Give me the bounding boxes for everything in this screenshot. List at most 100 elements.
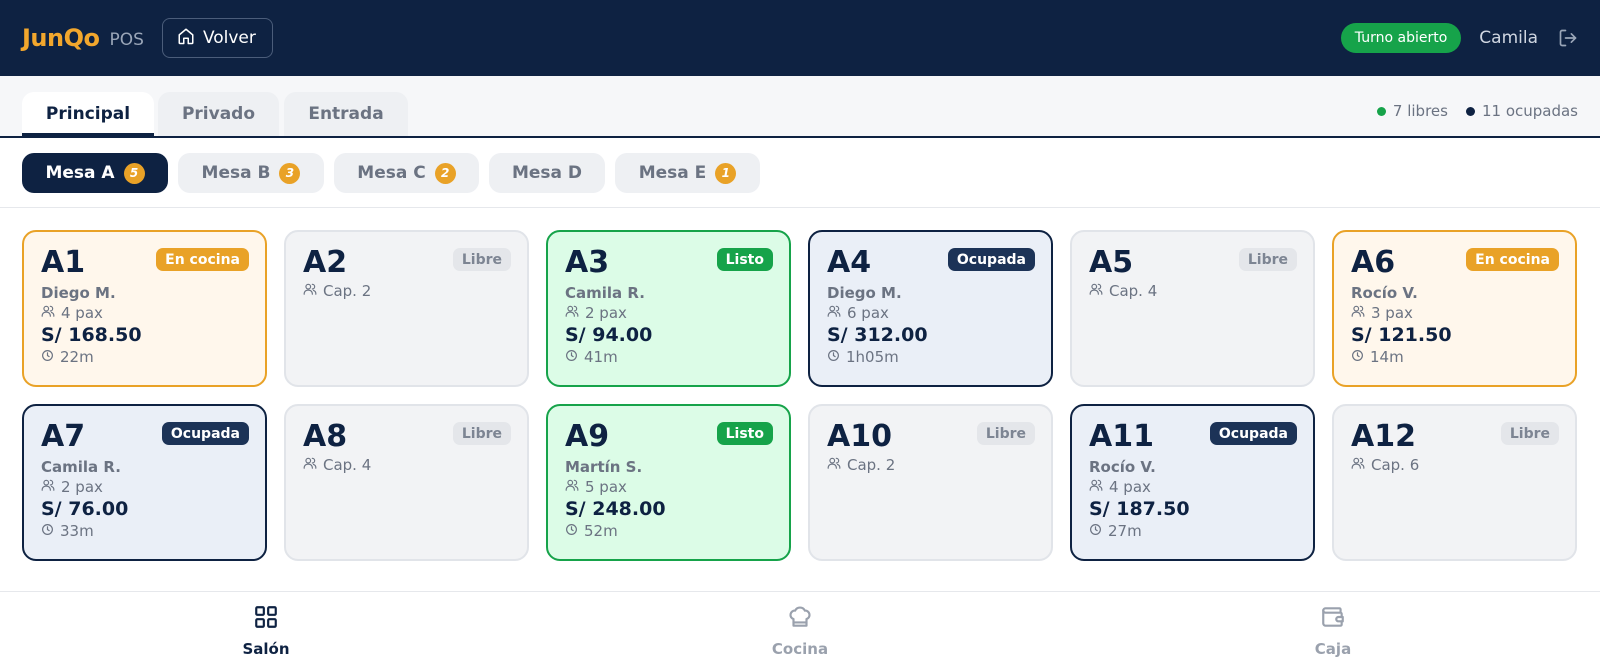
chef-hat-icon xyxy=(787,604,813,634)
back-button[interactable]: Volver xyxy=(161,18,273,58)
pax-text: 6 pax xyxy=(847,304,889,322)
table-status-badge: Listo xyxy=(716,422,773,445)
nav-caja-label: Caja xyxy=(1314,640,1352,658)
table-total: S/ 121.50 xyxy=(1351,324,1452,346)
pax-line: 2 pax xyxy=(565,304,772,322)
time-line: 52m xyxy=(565,522,772,540)
brand-subtitle: POS xyxy=(109,30,144,50)
free-count: 7 libres xyxy=(1376,102,1448,120)
filter-mesa-b[interactable]: Mesa B 3 xyxy=(178,153,324,193)
table-card-a6[interactable]: A6 En cocina Rocío V. 3 pax S/ 121.50 14m xyxy=(1332,230,1577,387)
table-status-badge: Listo xyxy=(716,248,773,271)
table-counts: 7 libres 11 ocupadas xyxy=(1359,102,1578,120)
filter-count-badge: 1 xyxy=(715,162,737,184)
occupied-dot-icon xyxy=(1465,106,1475,116)
pax-line: 5 pax xyxy=(565,478,772,496)
capacity-line: Cap. 4 xyxy=(303,456,510,474)
people-icon xyxy=(1351,304,1371,322)
brand-logo: JunQo xyxy=(22,24,100,52)
filter-label: Mesa C xyxy=(357,163,426,183)
table-card-a11[interactable]: A11 Ocupada Rocío V. 4 pax S/ 187.50 27m xyxy=(1070,404,1315,561)
occupied-count-label: 11 ocupadas xyxy=(1481,102,1578,120)
capacity-text: Cap. 2 xyxy=(847,456,896,474)
logout-icon[interactable] xyxy=(1558,28,1578,48)
clock-icon xyxy=(1351,348,1370,366)
capacity-text: Cap. 6 xyxy=(1371,456,1420,474)
clock-icon xyxy=(565,522,584,540)
time-line: 33m xyxy=(41,522,248,540)
pax-text: 4 pax xyxy=(1109,478,1151,496)
pax-text: 4 pax xyxy=(61,304,103,322)
table-card-a5[interactable]: A5 Libre Cap. 4 xyxy=(1070,230,1315,387)
pax-text: 2 pax xyxy=(585,304,627,322)
filter-label: Mesa A xyxy=(45,163,115,183)
pax-line: 4 pax xyxy=(41,304,248,322)
table-card-a1[interactable]: A1 En cocina Diego M. 4 pax S/ 168.50 22m xyxy=(22,230,267,387)
capacity-text: Cap. 4 xyxy=(1109,282,1158,300)
filter-mesa-c[interactable]: Mesa C 2 xyxy=(334,153,479,193)
table-status-badge: En cocina xyxy=(1466,248,1559,271)
table-card-a10[interactable]: A10 Libre Cap. 2 xyxy=(808,404,1053,561)
tab-privado[interactable]: Privado xyxy=(158,92,279,136)
occupied-count: 11 ocupadas xyxy=(1465,102,1578,120)
people-icon xyxy=(1089,282,1109,300)
table-status-badge: Libre xyxy=(452,248,511,271)
waiter-name: Rocío V. xyxy=(1351,284,1418,302)
tab-principal[interactable]: Principal xyxy=(22,92,154,136)
nav-caja[interactable]: Caja xyxy=(1263,604,1403,658)
waiter-name: Diego M. xyxy=(827,284,902,302)
bottom-nav: Salón Cocina Caja xyxy=(0,591,1600,670)
clock-icon xyxy=(41,348,60,366)
waiter-name: Diego M. xyxy=(41,284,116,302)
elapsed-time: 41m xyxy=(584,348,618,366)
time-line: 22m xyxy=(41,348,248,366)
table-status-badge: Libre xyxy=(976,422,1035,445)
people-icon xyxy=(827,304,847,322)
nav-cocina-label: Cocina xyxy=(771,640,829,658)
tab-entrada[interactable]: Entrada xyxy=(284,92,408,136)
table-card-a2[interactable]: A2 Libre Cap. 2 xyxy=(284,230,529,387)
free-count-label: 7 libres xyxy=(1392,102,1448,120)
table-status-badge: Ocupada xyxy=(947,248,1035,271)
pax-text: 3 pax xyxy=(1371,304,1413,322)
table-card-a4[interactable]: A4 Ocupada Diego M. 6 pax S/ 312.00 1h05m xyxy=(808,230,1053,387)
people-icon xyxy=(41,304,61,322)
wallet-icon xyxy=(1320,604,1346,634)
elapsed-time: 14m xyxy=(1370,348,1404,366)
table-card-a12[interactable]: A12 Libre Cap. 6 xyxy=(1332,404,1577,561)
waiter-name: Camila R. xyxy=(565,284,645,302)
elapsed-time: 52m xyxy=(584,522,618,540)
people-icon xyxy=(1089,478,1109,496)
waiter-name: Camila R. xyxy=(41,458,121,476)
table-total: S/ 94.00 xyxy=(565,324,653,346)
table-card-a9[interactable]: A9 Listo Martín S. 5 pax S/ 248.00 52m xyxy=(546,404,791,561)
zone-tabs-bar: Principal Privado Entrada 7 libres 11 oc… xyxy=(0,76,1600,138)
capacity-line: Cap. 2 xyxy=(827,456,1034,474)
table-status-badge: Libre xyxy=(452,422,511,445)
people-icon xyxy=(303,282,323,300)
time-line: 1h05m xyxy=(827,348,1034,366)
nav-cocina[interactable]: Cocina xyxy=(730,604,870,658)
filter-mesa-e[interactable]: Mesa E 1 xyxy=(615,153,760,193)
nav-salon-label: Salón xyxy=(242,640,290,658)
table-total: S/ 248.00 xyxy=(565,498,666,520)
filter-count-badge: 2 xyxy=(434,162,456,184)
table-total: S/ 187.50 xyxy=(1089,498,1190,520)
filter-mesa-a[interactable]: Mesa A 5 xyxy=(22,153,168,193)
people-icon xyxy=(827,456,847,474)
clock-icon xyxy=(827,348,846,366)
clock-icon xyxy=(41,522,60,540)
filter-label: Mesa E xyxy=(638,163,707,183)
people-icon xyxy=(565,304,585,322)
home-icon xyxy=(177,27,203,50)
table-card-a3[interactable]: A3 Listo Camila R. 2 pax S/ 94.00 41m xyxy=(546,230,791,387)
table-card-a7[interactable]: A7 Ocupada Camila R. 2 pax S/ 76.00 33m xyxy=(22,404,267,561)
pax-line: 6 pax xyxy=(827,304,1034,322)
table-card-a8[interactable]: A8 Libre Cap. 4 xyxy=(284,404,529,561)
people-icon xyxy=(303,456,323,474)
filter-mesa-d[interactable]: Mesa D xyxy=(489,153,605,193)
time-line: 41m xyxy=(565,348,772,366)
nav-salon[interactable]: Salón xyxy=(196,604,336,658)
table-status-badge: Ocupada xyxy=(1209,422,1297,445)
waiter-name: Rocío V. xyxy=(1089,458,1156,476)
